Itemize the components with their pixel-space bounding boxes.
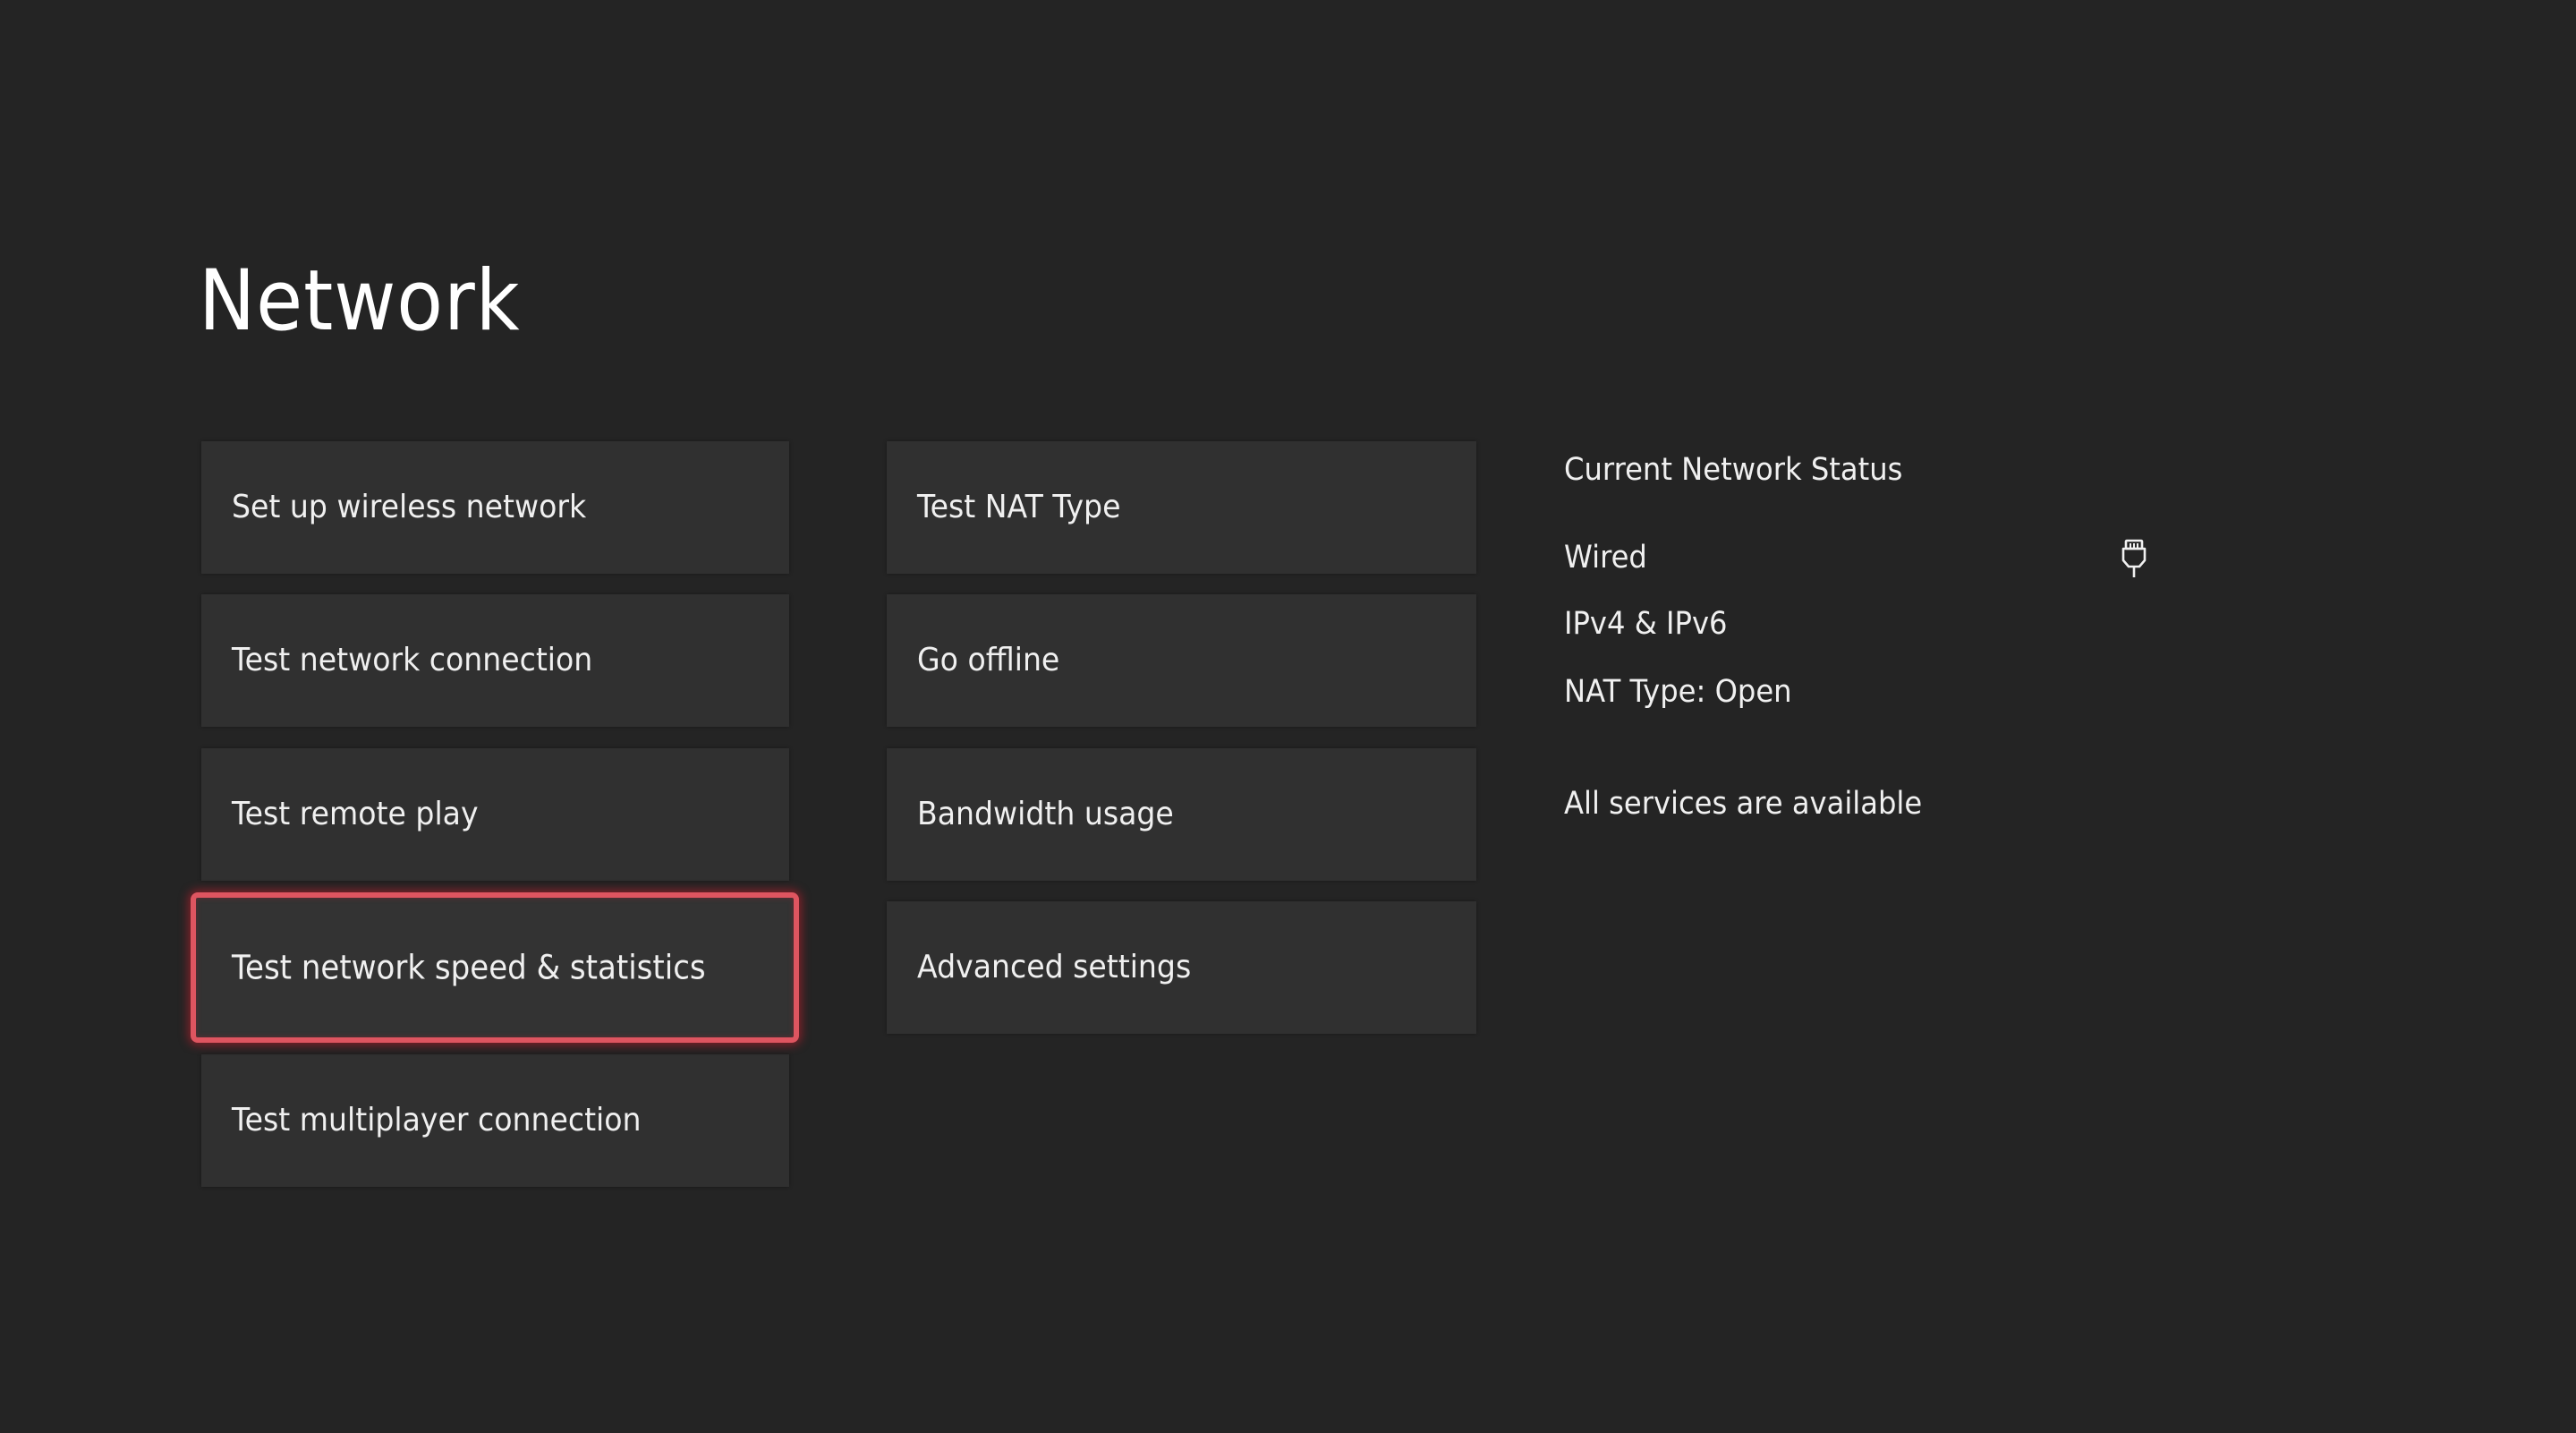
menu-item-test-remote-play[interactable]: Test remote play [201,748,789,881]
menu-item-label: Test network connection [232,642,593,678]
menu-item-label: Go offline [917,642,1060,678]
menu-item-test-multiplayer-connection[interactable]: Test multiplayer connection [201,1054,789,1187]
page-title: Network [199,252,521,350]
menu-item-label: Test network speed & statistics [232,948,706,987]
menu-item-label: Test NAT Type [917,489,1121,525]
menu-item-label: Test remote play [232,796,479,832]
services-status: All services are available [1564,786,1923,822]
connection-type: Wired [1564,540,1647,576]
menu-item-bandwidth-usage[interactable]: Bandwidth usage [887,748,1476,881]
menu-item-label: Set up wireless network [232,489,587,525]
nat-type: NAT Type: Open [1564,674,1792,710]
menu-item-go-offline[interactable]: Go offline [887,594,1476,727]
menu-item-label: Test multiplayer connection [232,1102,642,1139]
menu-item-test-nat-type[interactable]: Test NAT Type [887,441,1476,574]
status-heading: Current Network Status [1564,452,1903,488]
menu-item-test-network-speed-statistics[interactable]: Test network speed & statistics [191,892,799,1043]
menu-item-test-network-connection[interactable]: Test network connection [201,594,789,727]
menu-item-advanced-settings[interactable]: Advanced settings [887,901,1476,1034]
menu-item-label: Bandwidth usage [917,796,1174,832]
ethernet-icon [2121,539,2147,577]
menu-item-set-up-wireless-network[interactable]: Set up wireless network [201,441,789,574]
menu-item-label: Advanced settings [917,949,1192,985]
ip-versions: IPv4 & IPv6 [1564,606,1728,642]
